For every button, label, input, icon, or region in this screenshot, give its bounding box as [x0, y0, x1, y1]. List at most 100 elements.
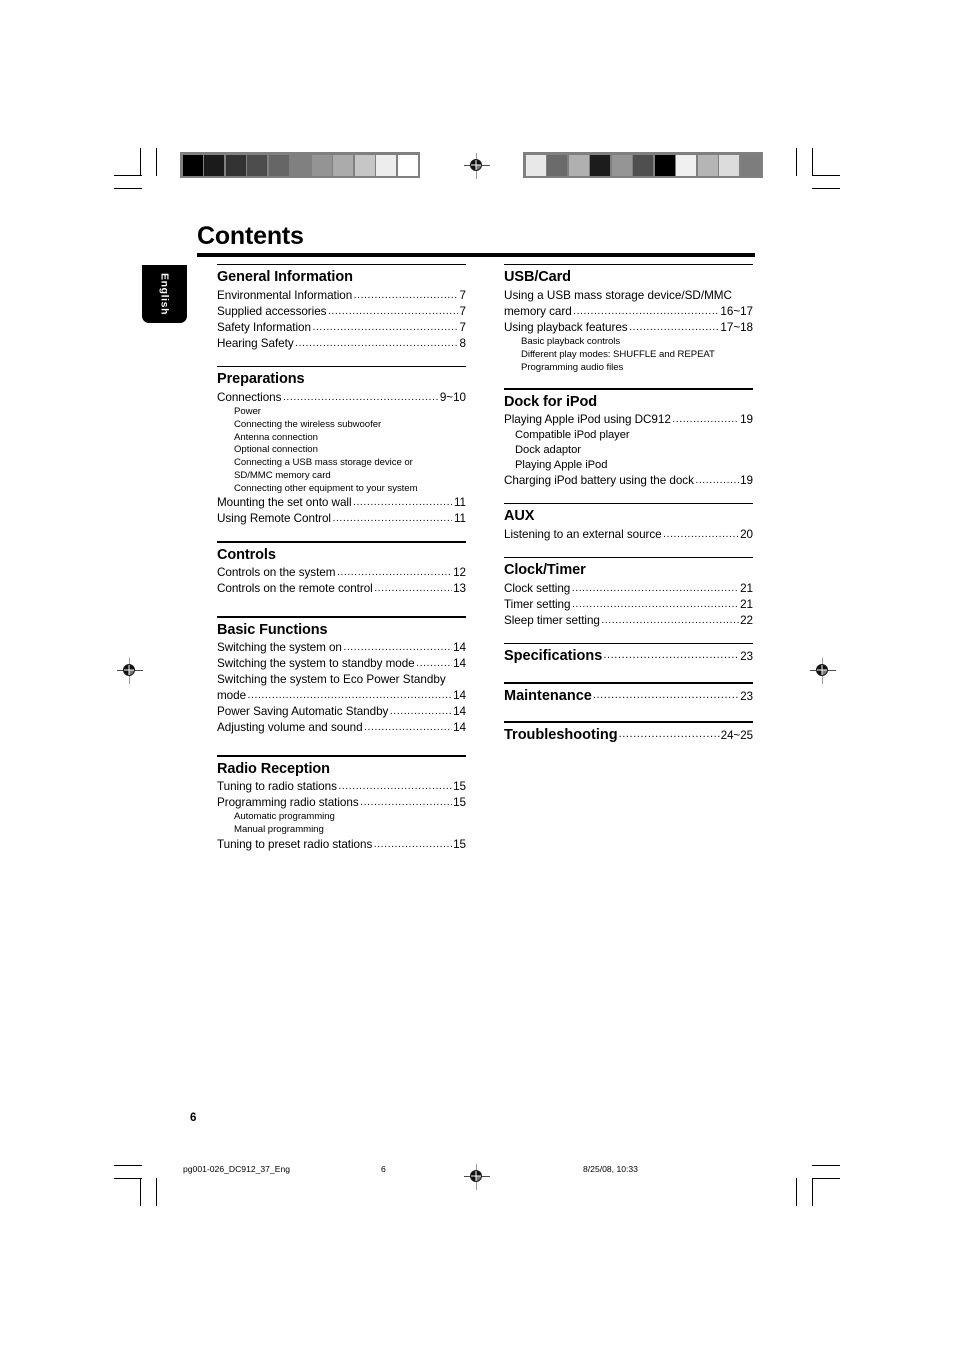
dot-leader: ........................................…: [360, 796, 451, 809]
dot-leader: ........................................…: [663, 527, 738, 540]
footer-page-number: 6: [381, 1164, 386, 1174]
toc-entry[interactable]: Charging iPod battery using the dock ...…: [504, 473, 753, 489]
section-heading: Controls: [217, 546, 276, 563]
toc-section-dock-for-ipod: Dock for iPod Playing Apple iPod using D…: [504, 388, 753, 489]
toc-entry[interactable]: Hearing Safety .........................…: [217, 336, 466, 352]
toc-subentry: Connecting the wireless subwoofer: [234, 418, 382, 430]
toc-entry[interactable]: Maintenance ............................…: [504, 687, 753, 708]
toc-entry[interactable]: Specifications .........................…: [504, 647, 753, 668]
dot-leader: ........................................…: [327, 304, 459, 317]
registration-target-icon-bottom: [464, 1164, 490, 1190]
registration-target-icon-left: [117, 658, 143, 684]
toc-entry-page: 9~10: [439, 391, 466, 404]
toc-entry-label: Sleep timer setting: [504, 613, 600, 627]
toc-entry-page: 7: [459, 288, 467, 302]
density-patch: [611, 154, 632, 176]
toc-entry[interactable]: Using Remote Control ...................…: [217, 511, 466, 527]
toc-entry[interactable]: Controls on the remote control .........…: [217, 581, 466, 597]
density-patch: [397, 154, 418, 176]
dot-leader: ........................................…: [364, 721, 452, 734]
toc-entry[interactable]: Troubleshooting ........................…: [504, 726, 753, 747]
toc-subentry: Different play modes: SHUFFLE and REPEAT: [521, 348, 715, 360]
section-divider: [217, 366, 466, 368]
toc-entry-label: Switching the system on: [217, 641, 342, 655]
toc-entry[interactable]: Switching the system to Eco Power Standb…: [217, 672, 466, 704]
toc-entry[interactable]: Safety Information .....................…: [217, 320, 466, 336]
toc-entry-page: 11: [453, 512, 466, 526]
toc-entry-label: Using a USB mass storage device/SD/MMC: [504, 288, 732, 302]
toc-entry-page: 14: [453, 705, 466, 719]
density-patch: [568, 154, 589, 176]
section-heading: Specifications: [504, 648, 603, 665]
title-divider: [197, 253, 755, 257]
toc-entry-label-continued: memory card: [504, 304, 572, 318]
toc-entry[interactable]: Adjusting volume and sound .............…: [217, 720, 466, 736]
toc-entry[interactable]: Timer setting ..........................…: [504, 597, 753, 613]
toc-entry[interactable]: Mounting the set onto wall .............…: [217, 495, 466, 511]
density-patch: [590, 154, 610, 176]
density-patch: [547, 154, 567, 176]
toc-entry-label: Controls on the remote control: [217, 582, 373, 596]
toc-subentry: Connecting other equipment to your syste…: [234, 482, 418, 494]
section-heading: General Information: [217, 269, 353, 286]
footer-timestamp: 8/25/08, 10:33: [583, 1164, 638, 1174]
toc-entry-page: 23: [740, 690, 753, 703]
section-heading: Basic Functions: [217, 621, 328, 638]
toc-section-troubleshooting[interactable]: Troubleshooting ........................…: [504, 721, 753, 746]
toc-entry[interactable]: Tuning to radio stations ...............…: [217, 779, 466, 795]
toc-entry[interactable]: Power Saving Automatic Standby .........…: [217, 704, 466, 720]
toc-entry[interactable]: Connections ............................…: [217, 390, 466, 406]
toc-entry-page: 19: [740, 473, 753, 487]
density-patch: [376, 154, 396, 176]
density-bar-left: [180, 152, 420, 178]
dot-leader: ........................................…: [389, 705, 452, 718]
toc-section-specifications[interactable]: Specifications .........................…: [504, 642, 753, 668]
section-heading: AUX: [504, 508, 535, 525]
toc-entry[interactable]: Environmental Information ..............…: [217, 288, 466, 304]
crop-mark-top-right-horizontal: [812, 175, 840, 177]
registration-target-icon-right: [810, 658, 836, 684]
toc-entry[interactable]: Playing Apple iPod using DC912 .........…: [504, 412, 753, 428]
toc-entry-label: Charging iPod battery using the dock: [504, 473, 694, 487]
toc-entry[interactable]: Supplied accessories ...................…: [217, 304, 466, 320]
toc-entry[interactable]: Tuning to preset radio stations ........…: [217, 837, 466, 853]
toc-entry-page: 14: [453, 721, 466, 735]
toc-entry-page: 8: [459, 337, 467, 351]
crop-mark-bottom-left-trim-vertical: [156, 1178, 158, 1206]
toc-entry[interactable]: Using a USB mass storage device/SD/MMC m…: [504, 288, 753, 320]
density-bar-right: [523, 152, 763, 178]
density-patch: [525, 154, 546, 176]
toc-entry-label: Safety Information: [217, 321, 311, 334]
toc-entry-page: 7: [459, 321, 467, 334]
density-patch: [268, 154, 289, 176]
toc-entry[interactable]: Programming radio stations .............…: [217, 795, 466, 811]
toc-entry-page: 19: [740, 413, 753, 427]
toc-entry-page: 21: [740, 597, 753, 611]
toc-entry[interactable]: Using playback features ................…: [504, 320, 753, 336]
density-patch: [697, 154, 718, 176]
toc-subentry: Playing Apple iPod: [515, 459, 608, 472]
dot-leader: ........................................…: [295, 337, 459, 350]
toc-entry[interactable]: Listening to an external source ........…: [504, 527, 753, 543]
toc-entry[interactable]: Switching the system on ................…: [217, 640, 466, 656]
toc-entry[interactable]: Controls on the system .................…: [217, 565, 466, 581]
crop-mark-bottom-left-horizontal: [114, 1178, 142, 1180]
toc-section-maintenance[interactable]: Maintenance ............................…: [504, 682, 753, 707]
toc-entry[interactable]: Switching the system to standby mode ...…: [217, 656, 466, 672]
toc-entry-label: Listening to an external source: [504, 527, 662, 541]
dot-leader: ........................................…: [695, 473, 738, 486]
toc-entry[interactable]: Clock setting ..........................…: [504, 581, 753, 597]
toc-entry[interactable]: Sleep timer setting ....................…: [504, 613, 753, 629]
density-patch: [333, 154, 353, 176]
toc-entry-page: 24~25: [720, 729, 753, 742]
toc-entry-label: Clock setting: [504, 581, 571, 595]
density-patch: [182, 154, 203, 176]
toc-section-general-information: General Information Environmental Inform…: [217, 264, 466, 352]
dot-leader: ........................................…: [373, 837, 452, 850]
toc-entry-label: Timer setting: [504, 597, 571, 611]
toc-entry-label: Tuning to preset radio stations: [217, 837, 373, 851]
language-tab-label: English: [158, 272, 171, 316]
section-heading: Dock for iPod: [504, 393, 597, 410]
footer-filename: pg001-026_DC912_37_Eng: [183, 1164, 291, 1174]
section-divider: [217, 616, 466, 618]
